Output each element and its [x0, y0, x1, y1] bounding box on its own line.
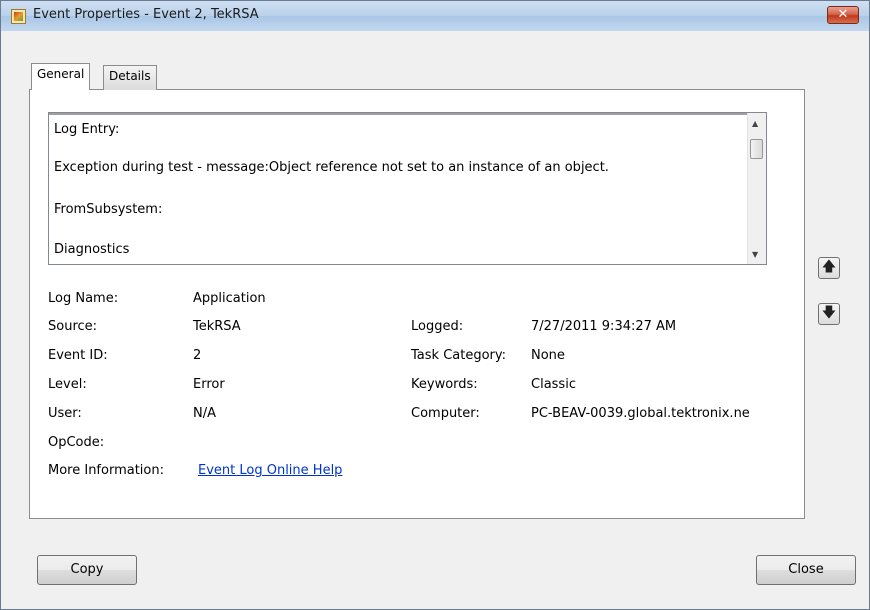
log-entry-textbox[interactable]: Log Entry: Exception during test - messa…: [48, 112, 767, 265]
copy-button[interactable]: Copy: [37, 555, 137, 585]
log-line-exception: Exception during test - message:Object r…: [54, 160, 609, 175]
close-button[interactable]: Close: [756, 555, 856, 585]
event-viewer-icon: [11, 9, 26, 24]
user-value: N/A: [193, 406, 216, 421]
computer-label: Computer:: [411, 406, 480, 421]
level-label: Level:: [48, 377, 87, 392]
scroll-up-arrow-icon[interactable]: ▲: [752, 119, 758, 128]
more-information-label: More Information:: [48, 463, 164, 478]
log-name-label: Log Name:: [48, 291, 119, 306]
log-line-diagnostics: Diagnostics: [54, 242, 130, 257]
close-window-button[interactable]: ✕: [827, 6, 859, 24]
tab-general[interactable]: General: [31, 63, 91, 90]
log-line-subsystem: FromSubsystem:: [54, 202, 163, 217]
logged-value: 7/27/2011 9:34:27 AM: [531, 319, 677, 334]
task-category-value: None: [531, 348, 565, 363]
event-log-online-help-link[interactable]: Event Log Online Help: [198, 463, 342, 478]
source-value: TekRSA: [193, 319, 241, 334]
arrow-down-icon: 🡇: [821, 305, 837, 321]
scroll-thumb[interactable]: [750, 139, 763, 159]
scroll-down-arrow-icon[interactable]: ▼: [752, 250, 758, 259]
keywords-label: Keywords:: [411, 377, 478, 392]
window-title: Event Properties - Event 2, TekRSA: [33, 7, 259, 22]
log-scrollbar[interactable]: ▲ ▼: [747, 113, 766, 264]
next-event-button[interactable]: 🡇: [818, 303, 840, 325]
source-label: Source:: [48, 319, 98, 334]
tab-details[interactable]: Details: [103, 65, 157, 90]
task-category-label: Task Category:: [411, 348, 507, 363]
event-id-value: 2: [193, 348, 202, 363]
level-value: Error: [193, 377, 225, 392]
logged-label: Logged:: [411, 319, 464, 334]
user-label: User:: [48, 406, 82, 421]
log-name-value: Application: [193, 291, 266, 306]
title-bar[interactable]: Event Properties - Event 2, TekRSA ✕: [1, 1, 869, 31]
log-line-header: Log Entry:: [54, 122, 120, 137]
arrow-up-icon: 🡅: [821, 259, 837, 275]
opcode-label: OpCode:: [48, 435, 105, 450]
event-properties-window: Event Properties - Event 2, TekRSA ✕ Gen…: [0, 0, 870, 610]
event-id-label: Event ID:: [48, 348, 108, 363]
keywords-value: Classic: [531, 377, 576, 392]
previous-event-button[interactable]: 🡅: [818, 257, 840, 279]
computer-value: PC-BEAV-0039.global.tektronix.ne: [531, 406, 750, 421]
